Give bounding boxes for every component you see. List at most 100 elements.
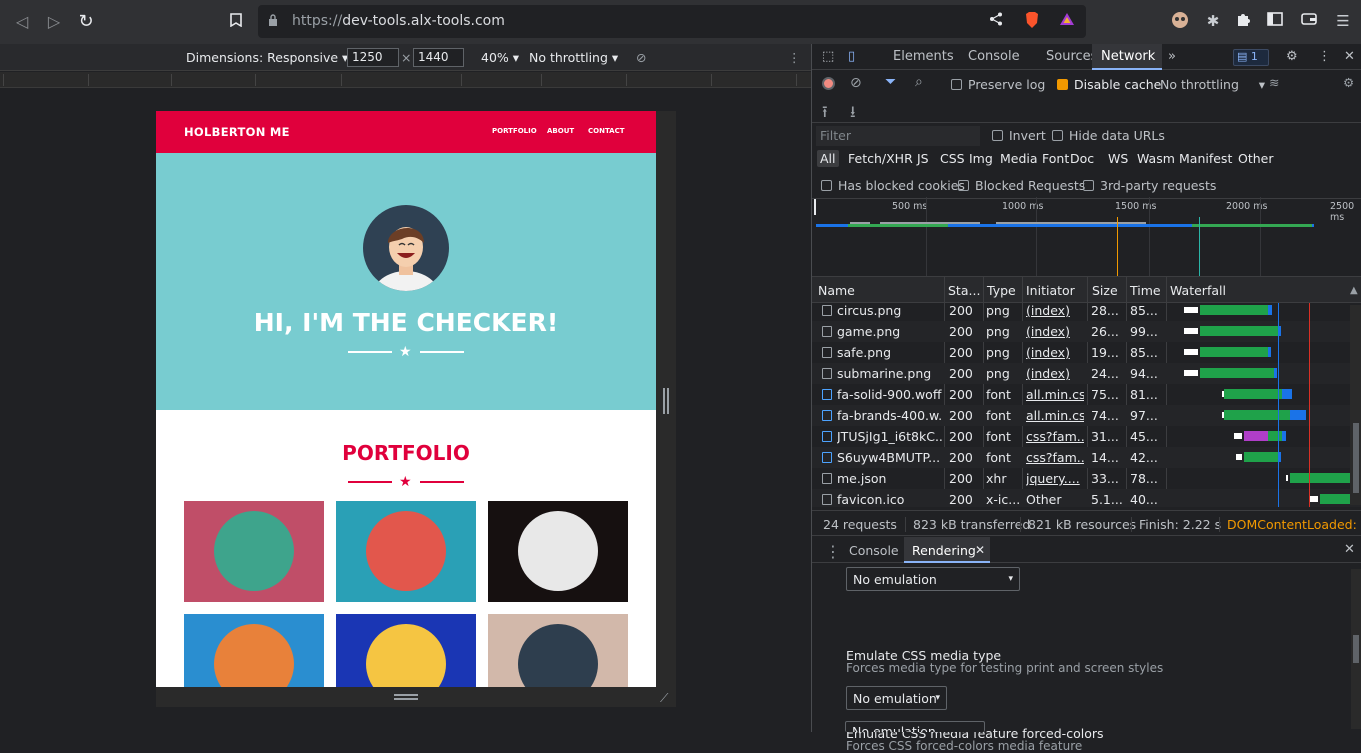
inspect-element-icon[interactable]: ⬚ (822, 49, 834, 64)
cell-name[interactable]: S6uyw4BMUTP... (837, 450, 942, 465)
filter-type-ws[interactable]: WS (1108, 151, 1128, 166)
bookmark-icon[interactable] (224, 10, 248, 34)
forward-arrow-icon[interactable]: ▷ (42, 10, 66, 34)
cell-name[interactable]: fa-solid-900.woff2 (837, 387, 942, 402)
cell-initiator[interactable]: (index) (1026, 345, 1084, 360)
col-status[interactable]: Sta... (948, 283, 980, 298)
filter-type-wasm[interactable]: Wasm (1137, 151, 1175, 166)
site-brand[interactable]: HOLBERTON ME (184, 125, 290, 139)
sort-up-icon[interactable]: ▲ (1350, 285, 1358, 296)
drawer-tab-console[interactable]: Console (849, 543, 899, 558)
blocked-cookies-checkbox[interactable]: Has blocked cookies (821, 178, 965, 193)
settings-gear-icon[interactable]: ⚙ (1286, 49, 1298, 64)
drawer-tab-rendering[interactable]: Rendering (912, 543, 976, 558)
width-input[interactable]: 1250 (347, 48, 399, 67)
tab-sources[interactable]: Sources (1046, 49, 1097, 64)
col-waterfall[interactable]: Waterfall (1170, 283, 1226, 298)
record-icon[interactable] (822, 77, 835, 90)
puzzle-icon[interactable] (1234, 11, 1254, 32)
close-rendering-tab-icon[interactable]: ✕ (975, 543, 985, 557)
drawer-menu-icon[interactable]: ⋮ (825, 542, 841, 561)
overview-timeline[interactable]: 500 ms 1000 ms 1500 ms 2000 ms 2500 ms (812, 197, 1361, 277)
close-drawer-icon[interactable]: ✕ (1344, 542, 1355, 557)
preserve-log-checkbox[interactable]: Preserve log (951, 77, 1045, 92)
cell-name[interactable]: submarine.png (837, 366, 942, 381)
portfolio-tile-game[interactable] (184, 614, 324, 687)
devtools-menu-icon[interactable]: ⋮ (1318, 49, 1331, 64)
cell-initiator[interactable]: all.min.css (1026, 408, 1084, 423)
cell-name[interactable]: safe.png (837, 345, 942, 360)
portfolio-tile-cabin[interactable] (184, 501, 324, 602)
filter-type-css[interactable]: CSS (940, 151, 965, 166)
more-tabs-icon[interactable]: » (1168, 49, 1176, 64)
dimensions-dropdown[interactable]: Dimensions: Responsive ▾ (186, 50, 348, 65)
cell-initiator[interactable]: jquery.... (1026, 471, 1084, 486)
share-icon[interactable] (987, 11, 1005, 31)
reload-icon[interactable]: ↻ (74, 10, 98, 34)
disable-cache-checkbox[interactable]: Disable cache (1057, 77, 1161, 92)
forced-colors-select[interactable]: No emulation (845, 721, 985, 732)
filter-input[interactable]: Filter (816, 126, 980, 146)
network-conditions-icon[interactable]: ≋ (1269, 75, 1279, 90)
third-party-checkbox[interactable]: 3rd-party requests (1083, 178, 1216, 193)
cell-initiator[interactable]: Other (1026, 492, 1084, 507)
cell-name[interactable]: game.png (837, 324, 942, 339)
network-settings-icon[interactable]: ⚙ (1343, 75, 1354, 90)
tab-console[interactable]: Console (968, 49, 1020, 64)
filter-type-media[interactable]: Media (1000, 151, 1038, 166)
network-throttling-dropdown[interactable]: No throttling ▾ (1160, 77, 1265, 92)
resize-handle-right[interactable] (663, 388, 669, 414)
filter-type-img[interactable]: Img (969, 151, 993, 166)
portfolio-tile-cake[interactable] (336, 501, 476, 602)
rotate-icon[interactable]: ⊘ (636, 50, 646, 65)
col-size[interactable]: Size (1092, 283, 1118, 298)
resize-handle-bottom[interactable]: ⟋ (156, 687, 676, 707)
menu-icon[interactable]: ☰ (1333, 11, 1353, 31)
more-options-icon[interactable]: ⋮ (788, 50, 801, 65)
close-devtools-icon[interactable]: ✕ (1344, 49, 1355, 64)
col-time[interactable]: Time (1130, 283, 1161, 298)
cell-name[interactable]: circus.png (837, 303, 942, 318)
device-toggle-icon[interactable]: ▯ (848, 49, 855, 64)
zoom-dropdown[interactable]: 40% ▾ (481, 50, 519, 65)
media-type-select[interactable]: No emulation ▾ (846, 686, 947, 710)
filter-type-other[interactable]: Other (1238, 151, 1274, 166)
resize-corner-icon[interactable]: ⟋ (660, 691, 668, 706)
issues-badge[interactable]: ▤ 1 (1233, 49, 1269, 66)
cell-initiator[interactable]: (index) (1026, 324, 1084, 339)
extension-icon[interactable]: ✱ (1203, 11, 1223, 31)
cell-initiator[interactable]: all.min.css (1026, 387, 1084, 402)
height-input[interactable]: 1440 (413, 48, 464, 67)
invert-checkbox[interactable]: Invert (992, 128, 1046, 143)
filter-type-font[interactable]: Font (1042, 151, 1069, 166)
col-name[interactable]: Name (818, 283, 855, 298)
portfolio-tile-safe[interactable] (336, 614, 476, 687)
filter-icon[interactable]: ⏷ (885, 74, 896, 90)
blocked-requests-checkbox[interactable]: Blocked Requests (958, 178, 1085, 193)
filter-type-all[interactable]: All (817, 150, 839, 167)
hide-data-urls-checkbox[interactable]: Hide data URLs (1052, 128, 1165, 143)
cell-initiator[interactable]: (index) (1026, 366, 1084, 381)
cell-name[interactable]: fa-brands-400.w... (837, 408, 942, 423)
drawer-scrollbar[interactable] (1351, 569, 1361, 729)
tab-elements[interactable]: Elements (893, 49, 954, 64)
portfolio-tile-submarine[interactable] (488, 614, 628, 687)
filter-type-js[interactable]: JS (917, 151, 929, 166)
sidebar-icon[interactable] (1265, 11, 1285, 31)
nav-contact[interactable]: CONTACT (588, 127, 625, 135)
cell-name[interactable]: JTUSjIg1_i6t8kC... (837, 429, 942, 444)
address-bar[interactable]: https://dev-tools.alx-tools.com (258, 5, 1086, 38)
profile-avatar-icon[interactable] (1170, 11, 1190, 34)
throttling-dropdown[interactable]: No throttling ▾ (529, 50, 618, 65)
col-initiator[interactable]: Initiator (1026, 283, 1075, 298)
nav-portfolio[interactable]: PORTFOLIO (492, 127, 537, 135)
col-type[interactable]: Type (987, 283, 1016, 298)
tab-network[interactable]: Network (1101, 49, 1155, 64)
search-icon[interactable]: ⌕ (915, 74, 923, 90)
emulation-select[interactable]: No emulation ▾ (846, 567, 1020, 591)
cell-initiator[interactable]: css?fam... (1026, 429, 1084, 444)
cell-initiator[interactable]: (index) (1026, 303, 1084, 318)
cell-name[interactable]: me.json (837, 471, 942, 486)
rewards-triangle-icon[interactable] (1058, 11, 1076, 31)
nav-about[interactable]: ABOUT (547, 127, 574, 135)
